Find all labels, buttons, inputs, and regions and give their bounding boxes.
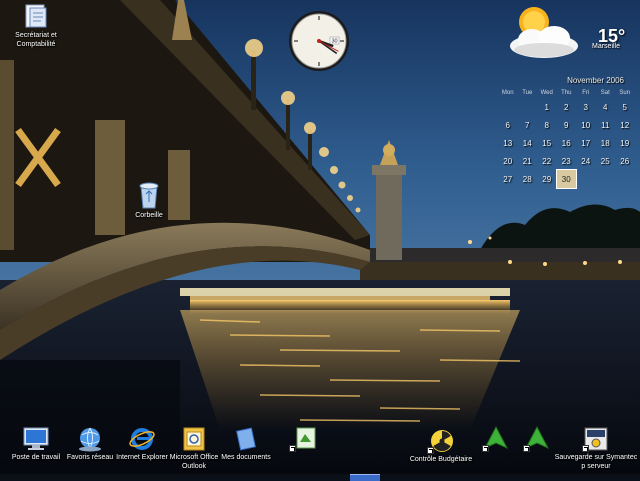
sun-cloud-icon [510,7,578,58]
calendar-day[interactable]: 10 [576,116,596,134]
documents-icon [236,427,256,451]
weather-gadget[interactable]: 15° Marseille [498,2,638,64]
calendar-month-title: November 2006 [567,76,624,85]
shortcut-arrow-icon [427,447,434,454]
clock-date-badge: 30 [331,39,337,45]
calendar-week-row: 20 21 22 23 24 25 26 [498,152,635,170]
calendar-week-row: 12345 [498,98,635,116]
calendar-day[interactable]: 21 [518,152,538,170]
internet-explorer-icon [129,428,155,450]
desktop-icon-label: Sauvegarde sur Symantec p serveur [554,454,638,470]
calendar-day[interactable]: 27 [498,170,518,188]
shortcut-arrow-icon [482,445,489,452]
calendar-weekday-header: Mon [501,90,514,96]
calendar-day[interactable]: 14 [518,134,538,152]
desktop-icon-sauvegarde-symantec[interactable]: Sauvegarde sur Symantec p serveur [552,426,640,471]
calendar-week-row: 27 28 29 30 [498,169,635,189]
calendar-day[interactable]: 29 [537,170,557,188]
calendar-week-row: 6 7 8 9 10 11 12 [498,116,635,134]
calendar-day[interactable]: 16 [557,134,577,152]
calendar-week-row: 13 14 15 16 17 18 19 [498,134,635,152]
calendar-gadget[interactable]: November 2006 Mon Tue Wed Thu Fri Sat Sun 1234… [498,74,636,189]
calendar-day[interactable]: 8 [537,116,557,134]
calendar-day[interactable]: 30 [555,169,577,189]
calendar-day[interactable]: 17 [576,134,596,152]
clock-gadget[interactable]: 30 [288,10,350,72]
calendar-day[interactable]: 20 [498,152,518,170]
calendar-weekday-header: Wed [540,90,553,96]
calendar-day[interactable]: 6 [498,116,518,134]
shortcut-arrow-icon [523,445,530,452]
desktop-icon-recycle-bin[interactable]: Corbeille [114,180,184,220]
desktop-icon-label: Contrôle Budgétaire [409,456,473,463]
desktop-icon-label: Secrétariat et Comptabilité [15,32,57,48]
monitor-icon [23,427,49,450]
calendar-weekday-header: Sat [600,90,610,96]
calendar-day[interactable]: 1 [537,98,557,116]
calendar-day[interactable]: 4 [596,98,616,116]
calendar-day[interactable]: 13 [498,134,518,152]
outlook-icon [183,427,205,451]
calendar-day[interactable]: 11 [596,116,616,134]
calendar-day[interactable]: 26 [615,152,635,170]
calendar-day[interactable]: 24 [576,152,596,170]
desktop-icon-label: Mes documents [221,454,271,461]
calendar-day[interactable]: 22 [537,152,557,170]
calendar-grid: Mon Tue Wed Thu Fri Sat Sun 1 2 3 4 5 6 7 8 9 10 11 12 13 1… [498,88,635,189]
desktop-icon-label: Corbeille [135,212,163,219]
network-globe-icon [79,427,101,452]
calendar-day[interactable]: 5 [615,98,635,116]
desktop-icon-green-app[interactable] [268,426,338,453]
calendar-weekday-header: Tue [522,90,533,96]
calendar-weekday-header: Sun [619,90,631,96]
folder-doc-icon [25,4,47,28]
calendar-empty-day [498,98,518,116]
calendar-day[interactable]: 28 [518,170,538,188]
shortcut-arrow-icon [582,445,589,452]
calendar-day[interactable]: 18 [596,134,616,152]
calendar-empty-day [518,98,538,116]
calendar-day[interactable]: 19 [615,134,635,152]
calendar-day[interactable]: 12 [615,116,635,134]
calendar-weekday-header: Thu [561,90,572,96]
calendar-day[interactable]: 2 [557,98,577,116]
calendar-empty-day [596,170,616,188]
shortcut-arrow-icon [289,445,296,452]
calendar-day[interactable]: 7 [518,116,538,134]
calendar-day[interactable]: 25 [596,152,616,170]
recycle-bin-icon [139,182,159,209]
desktop-icon-secretariat[interactable]: Secrétariat et Comptabilité [1,2,71,49]
calendar-weekday-header: Fri [582,90,590,96]
desktop-wallpaper [0,0,640,480]
calendar-empty-day [576,170,596,188]
calendar-empty-day [615,170,635,188]
calendar-day[interactable]: 15 [537,134,557,152]
calendar-day[interactable]: 9 [557,116,577,134]
calendar-day[interactable]: 3 [576,98,596,116]
weather-city: Marseille [592,43,621,50]
calendar-day[interactable]: 23 [557,152,577,170]
